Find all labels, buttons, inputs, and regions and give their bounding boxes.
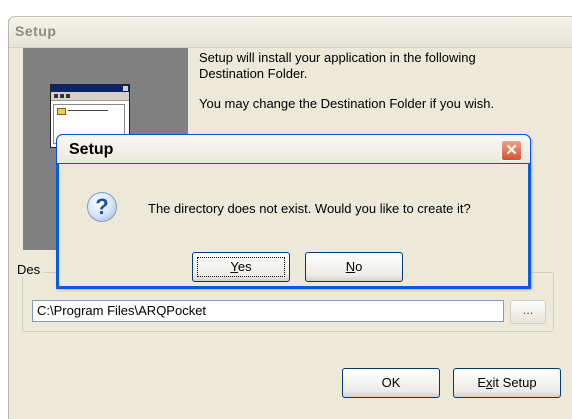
destination-path-field[interactable]: C:\Program Files\ARQPocket (32, 300, 504, 322)
no-button[interactable]: No (305, 252, 403, 282)
close-icon[interactable]: ✕ (501, 140, 522, 161)
question-icon: ? (87, 192, 117, 222)
intro-text: Setup will install your application in t… (199, 50, 544, 126)
exit-setup-button[interactable]: Exit Setup (453, 368, 561, 398)
ok-button[interactable]: OK (342, 368, 440, 398)
setup-window-title: Setup (15, 23, 57, 39)
no-label-rest: o (355, 259, 363, 274)
browse-button[interactable]: ... (510, 300, 546, 324)
ok-button-label: OK (381, 375, 401, 390)
dialog-body: ? The directory does not exist. Would yo… (59, 164, 528, 286)
dialog-titlebar: Setup ✕ (56, 134, 531, 164)
setup-window-titlebar: Setup (9, 17, 572, 48)
confirm-dialog: Setup ✕ ? The directory does not exist. … (56, 134, 531, 289)
dialog-title: Setup (69, 141, 114, 158)
yes-button[interactable]: Yes (192, 252, 290, 282)
no-label-mnemonic: N (345, 259, 356, 274)
intro-change-text: You may change the Destination Folder if… (199, 96, 495, 111)
dialog-message: The directory does not exist. Would you … (148, 201, 471, 216)
intro-install-text: Setup will install your application in t… (199, 50, 476, 81)
destination-folder-label: Des (14, 262, 44, 277)
exit-label-prefix: E (477, 375, 487, 390)
exit-label-suffix: it Setup (492, 375, 537, 390)
